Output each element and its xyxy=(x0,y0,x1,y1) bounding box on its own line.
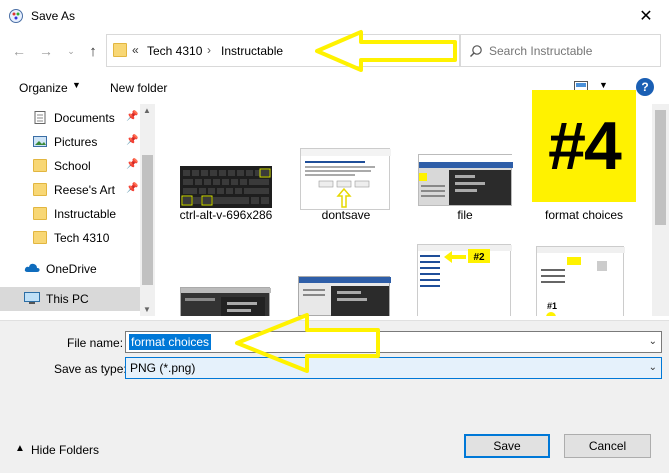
thumbnail-badge-2: #2 xyxy=(473,252,485,263)
file-name-label[interactable]: format choices xyxy=(529,208,639,222)
search-input[interactable] xyxy=(489,41,657,61)
file-name-label[interactable]: dontsave xyxy=(291,208,401,222)
annotation-step-badge: #4 xyxy=(532,90,636,202)
forward-arrow-icon[interactable]: → xyxy=(36,41,56,61)
nav-item-instructable[interactable]: Instructable xyxy=(0,202,140,226)
pin-icon[interactable]: 📌 xyxy=(126,159,138,170)
new-folder-button[interactable]: New folder xyxy=(110,81,167,95)
save-as-type-dropdown-icon[interactable]: ⌄ xyxy=(649,362,657,373)
pin-icon[interactable]: 📌 xyxy=(126,111,138,122)
file-name-label[interactable]: file xyxy=(410,208,520,222)
file-list-scrollbar-thumb[interactable] xyxy=(655,110,666,225)
nav-label: Instructable xyxy=(54,207,117,221)
file-name-dropdown-icon[interactable]: ⌄ xyxy=(649,336,657,347)
scroll-down-icon[interactable]: ▼ xyxy=(143,305,151,314)
pin-icon[interactable]: 📌 xyxy=(126,135,138,146)
organize-chevron-icon[interactable]: ▼ xyxy=(72,80,81,90)
nav-item-documents[interactable]: Documents 📌 xyxy=(0,106,140,130)
organize-button[interactable]: Organize xyxy=(19,81,68,95)
window-title: Save As xyxy=(31,9,76,23)
nav-scrollbar-thumb[interactable] xyxy=(142,155,153,285)
help-icon[interactable]: ? xyxy=(636,78,654,96)
save-as-app-icon xyxy=(8,8,24,24)
file-thumbnail-file[interactable] xyxy=(418,154,513,206)
close-button[interactable]: ✕ xyxy=(623,0,669,32)
onedrive-cloud-icon xyxy=(24,262,40,275)
nav-label: OneDrive xyxy=(46,262,97,276)
save-as-type-label: Save as type: xyxy=(54,362,127,376)
search-icon xyxy=(469,44,483,58)
nav-label: Reese's Art xyxy=(54,183,115,197)
folder-icon xyxy=(33,231,47,244)
breadcrumb-instructable[interactable]: Instructable xyxy=(221,44,283,58)
nav-label: This PC xyxy=(46,292,89,306)
nav-label: Pictures xyxy=(54,135,98,149)
save-as-type-select[interactable]: PNG (*.png) ⌄ xyxy=(125,357,662,379)
nav-item-this-pc[interactable]: This PC xyxy=(0,287,140,311)
nav-item-school[interactable]: School 📌 xyxy=(0,154,140,178)
documents-icon xyxy=(33,111,47,124)
navigation-pane: Documents 📌 Pictures 📌 School 📌 Reese's … xyxy=(0,104,155,316)
nav-item-tech-4310[interactable]: Tech 4310 xyxy=(0,226,140,250)
back-arrow-icon[interactable]: ← xyxy=(9,41,29,61)
pictures-icon xyxy=(33,135,47,148)
file-name-label[interactable]: ctrl-alt-v-696x286 xyxy=(171,208,281,222)
file-name-label: File name: xyxy=(67,336,124,350)
view-chevron-icon[interactable]: ▼ xyxy=(599,80,608,90)
computer-icon xyxy=(24,292,40,305)
folder-icon xyxy=(113,43,127,57)
cancel-button[interactable]: Cancel xyxy=(564,434,651,458)
hide-folders-button[interactable]: Hide Folders xyxy=(31,443,99,457)
file-name-field[interactable]: format choices ⌄ xyxy=(125,331,662,353)
hide-folders-chevron-icon[interactable]: ▲ xyxy=(15,443,25,454)
nav-item-pictures[interactable]: Pictures 📌 xyxy=(0,130,140,154)
annotation-arrow-address xyxy=(315,30,457,72)
nav-label: School xyxy=(54,159,91,173)
nav-item-reeses-art[interactable]: Reese's Art 📌 xyxy=(0,178,140,202)
file-thumbnail-screenshot-c[interactable]: #2 xyxy=(417,244,512,316)
file-thumbnail-screenshot-b[interactable] xyxy=(298,276,391,316)
nav-label: Documents xyxy=(54,111,115,125)
recent-locations-chevron-icon[interactable]: ⌄ xyxy=(61,41,81,61)
file-thumbnail-keyboard[interactable] xyxy=(180,166,272,208)
annotation-arrow-filename xyxy=(235,313,380,373)
up-arrow-icon[interactable]: ↑ xyxy=(83,41,103,61)
overflow-chevron-icon[interactable]: « xyxy=(132,43,139,57)
scroll-up-icon[interactable]: ▲ xyxy=(143,106,151,115)
folder-icon xyxy=(33,183,47,196)
folder-icon xyxy=(33,207,47,220)
thumbnail-badge-1: #1 xyxy=(547,301,557,311)
folder-icon xyxy=(33,159,47,172)
file-name-value[interactable]: format choices xyxy=(129,334,212,350)
pin-icon[interactable]: 📌 xyxy=(126,183,138,194)
file-thumbnail-screenshot-d[interactable]: #1 xyxy=(536,246,625,316)
nav-item-onedrive[interactable]: OneDrive xyxy=(0,257,140,281)
breadcrumb-tech-4310[interactable]: Tech 4310 xyxy=(147,44,202,58)
search-box[interactable] xyxy=(460,34,661,67)
breadcrumb-separator-icon[interactable]: › xyxy=(207,43,211,57)
save-button[interactable]: Save xyxy=(464,434,550,458)
file-thumbnail-dontsave[interactable] xyxy=(300,148,391,210)
nav-label: Tech 4310 xyxy=(54,231,110,245)
title-bar: Save As ✕ xyxy=(0,0,669,32)
save-as-type-value: PNG (*.png) xyxy=(130,361,196,375)
